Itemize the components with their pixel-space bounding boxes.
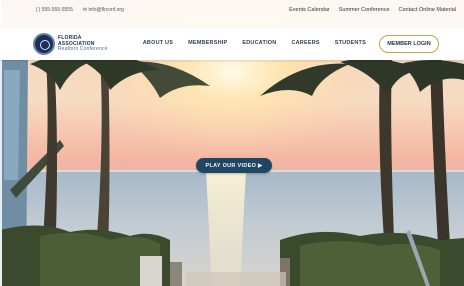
logo-text[interactable]: FLORIDA ASSOCIATION Realtors Conference <box>58 35 108 53</box>
utility-link-contact[interactable]: Contact Online Material <box>399 7 456 13</box>
nav-item-membership[interactable]: MEMBERSHIP <box>188 40 227 46</box>
email-address[interactable]: ✉ info@flrconf.org <box>83 7 124 13</box>
nav-item-about-us[interactable]: ABOUT US <box>143 40 173 46</box>
page: ( ) 555-555-5555 ✉ info@flrconf.org Even… <box>0 0 464 286</box>
phone-number[interactable]: ( ) 555-555-5555 <box>36 7 73 13</box>
nav-item-education[interactable]: EDUCATION <box>242 40 276 46</box>
utility-links: Events Calendar Summer Conference Contac… <box>289 7 456 13</box>
main-navbar: FLORIDA ASSOCIATION Realtors Conference … <box>0 28 464 60</box>
primary-nav: ABOUT US MEMBERSHIP EDUCATION CAREERS ST… <box>143 40 366 46</box>
nav-item-careers[interactable]: CAREERS <box>291 40 319 46</box>
utility-link-summer-conference[interactable]: Summer Conference <box>339 7 390 13</box>
member-login-button[interactable]: MEMBER LOGIN <box>379 35 439 53</box>
contact-info: ( ) 555-555-5555 ✉ info@flrconf.org <box>36 7 124 13</box>
utility-bar: ( ) 555-555-5555 ✉ info@flrconf.org Even… <box>0 0 464 28</box>
logo-seal-icon[interactable] <box>33 33 55 55</box>
nav-item-students[interactable]: STUDENTS <box>335 40 366 46</box>
play-video-button[interactable]: PLAY OUR VIDEO ▶ <box>196 158 272 173</box>
logo-tagline: Realtors Conference <box>58 46 108 52</box>
utility-link-events-calendar[interactable]: Events Calendar <box>289 7 330 13</box>
